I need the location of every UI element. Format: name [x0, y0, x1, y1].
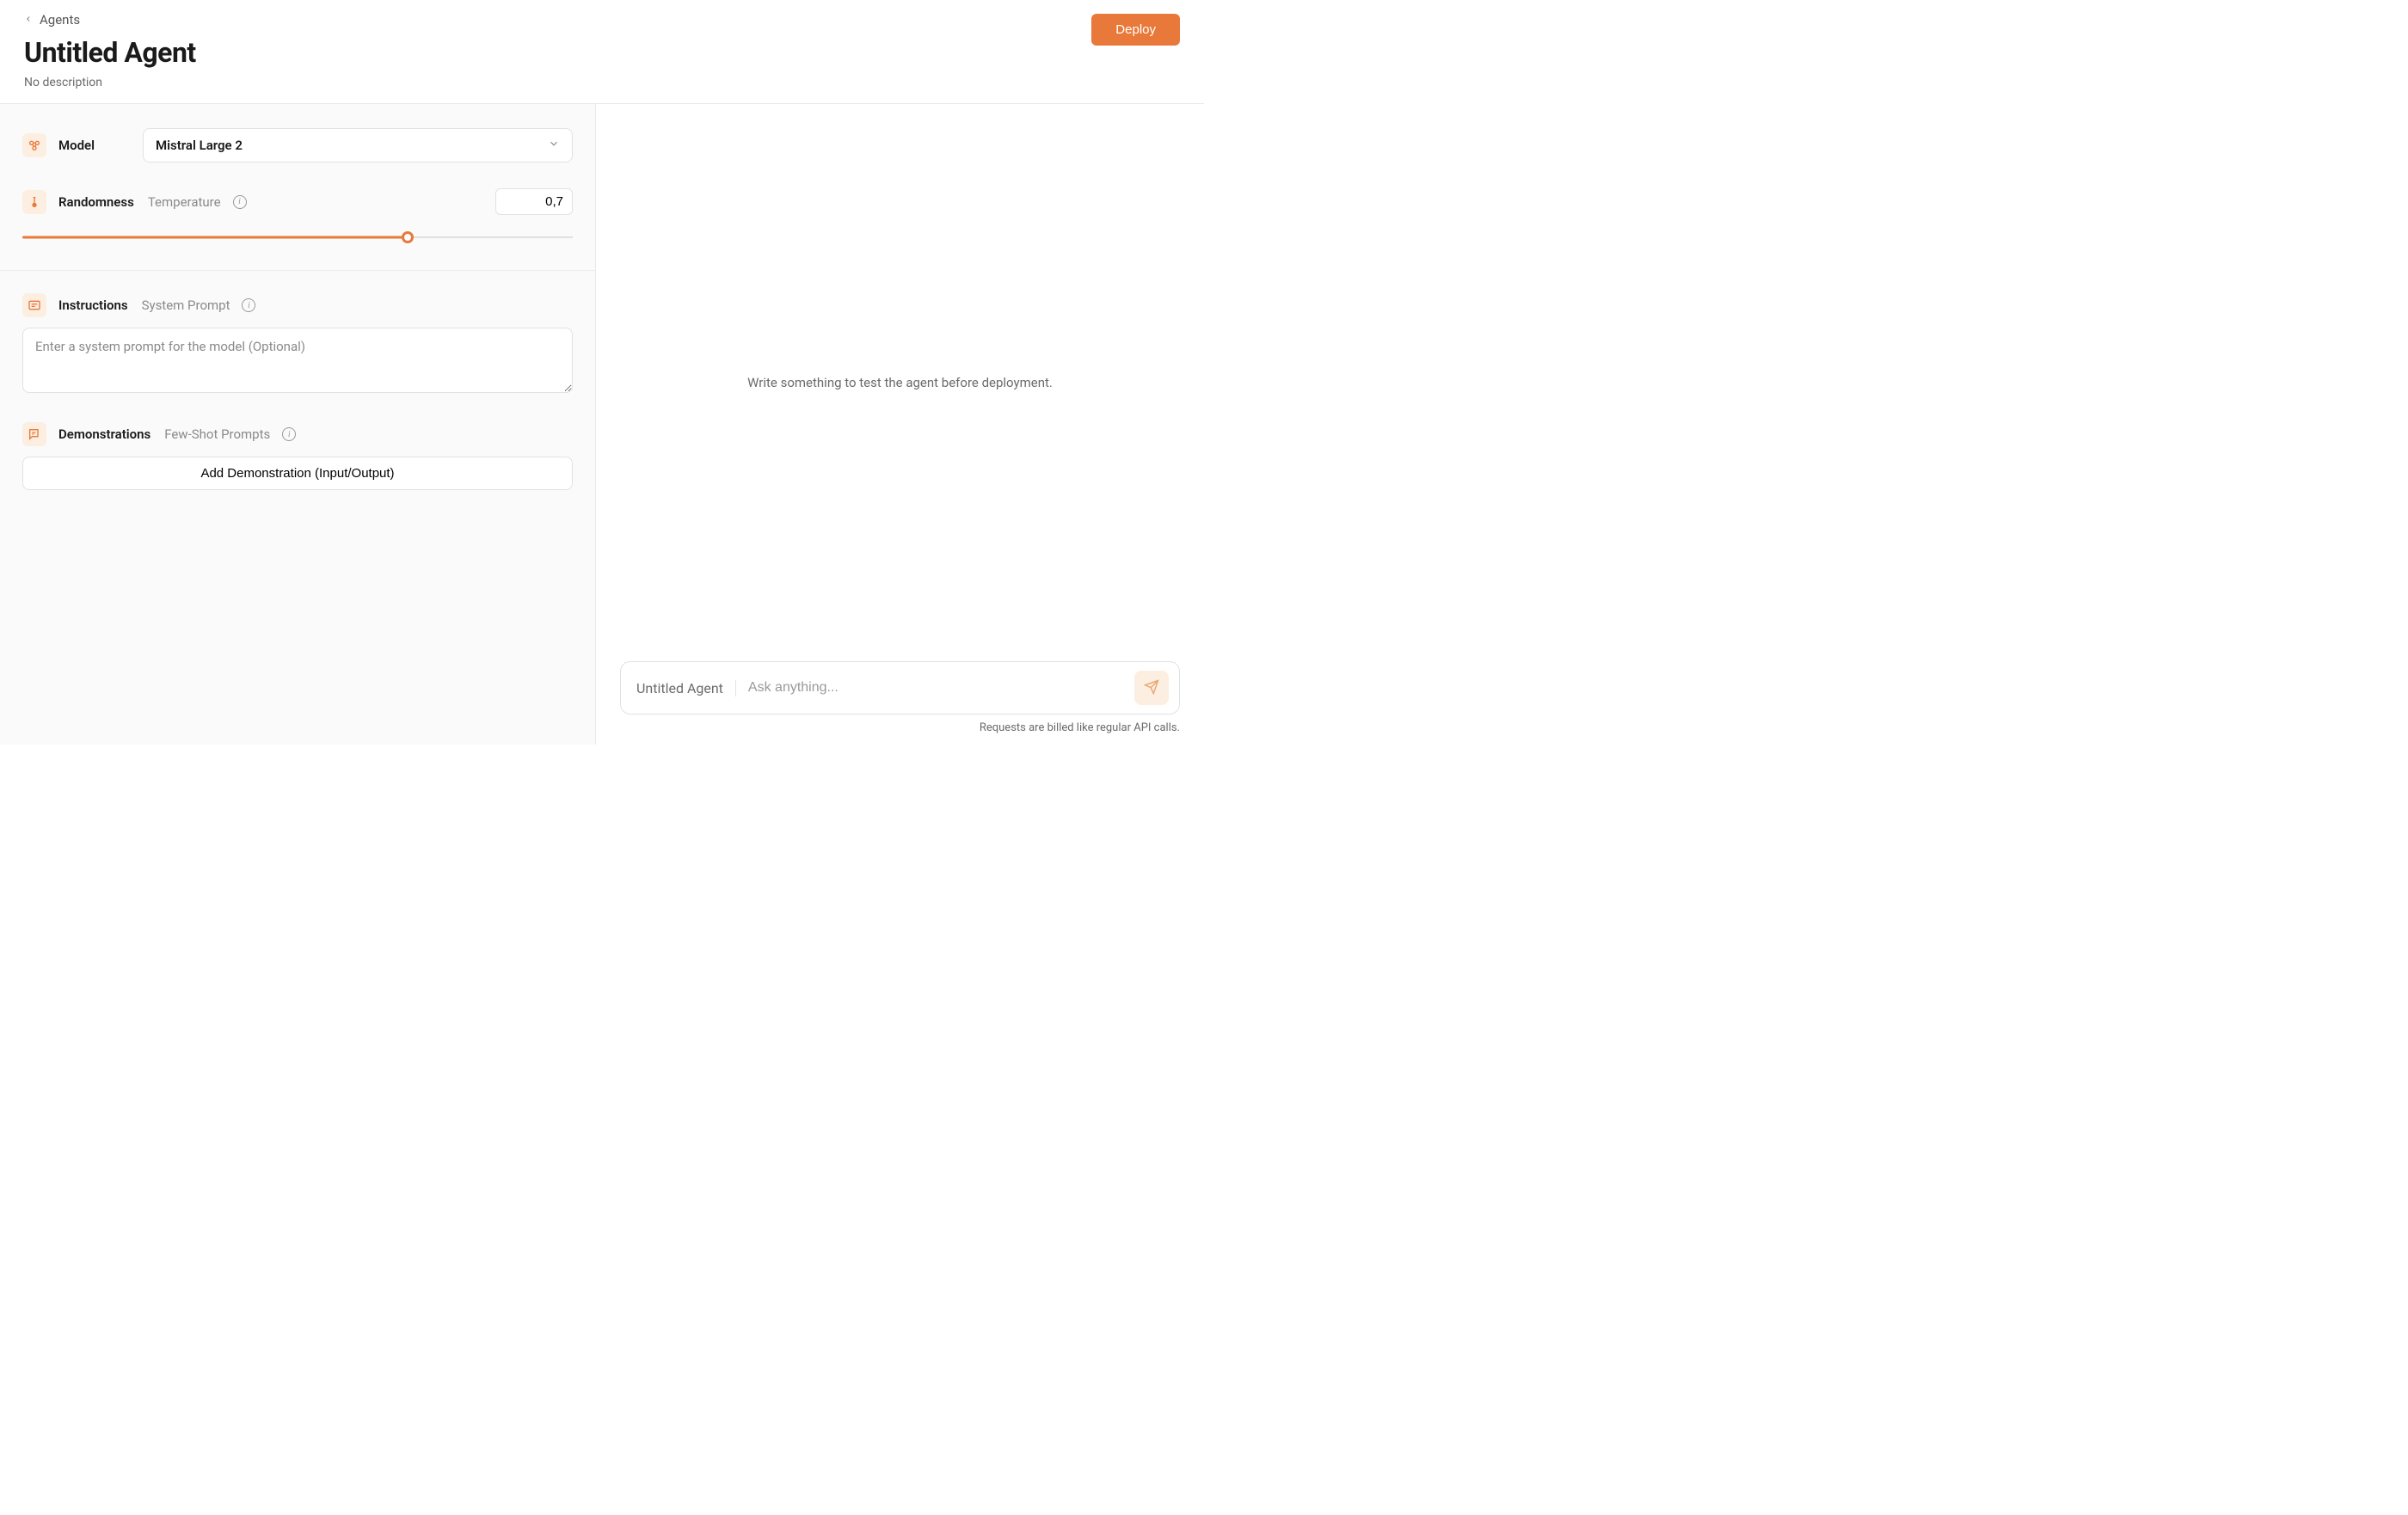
model-select[interactable]: Mistral Large 2	[143, 128, 573, 163]
chevron-left-icon	[24, 14, 33, 26]
section-divider	[0, 270, 595, 271]
instructions-sublabel: System Prompt	[142, 297, 230, 313]
demonstrations-label: Demonstrations	[58, 426, 150, 442]
temperature-slider[interactable]	[22, 230, 573, 244]
demonstrations-icon	[22, 422, 46, 446]
chat-input-box: Untitled Agent	[620, 661, 1180, 715]
temperature-input[interactable]	[495, 188, 573, 215]
instructions-icon	[22, 293, 46, 317]
temperature-icon	[22, 190, 46, 214]
send-button[interactable]	[1134, 671, 1169, 705]
playground-panel: Write something to test the agent before…	[596, 104, 1204, 745]
model-icon	[22, 133, 46, 157]
system-prompt-input[interactable]	[22, 328, 573, 393]
randomness-sublabel: Temperature	[148, 194, 221, 210]
breadcrumb[interactable]: Agents	[24, 12, 1180, 28]
billing-note: Requests are billed like regular API cal…	[620, 721, 1180, 734]
breadcrumb-label: Agents	[40, 12, 80, 28]
chevron-down-icon	[548, 138, 560, 153]
model-selected-value: Mistral Large 2	[156, 138, 243, 153]
add-demonstration-button[interactable]: Add Demonstration (Input/Output)	[22, 457, 573, 490]
chat-agent-name: Untitled Agent	[636, 680, 736, 696]
config-panel: Model Mistral Large 2 Randomness Tempera…	[0, 104, 596, 745]
send-icon	[1144, 679, 1159, 697]
chat-input[interactable]	[748, 680, 1122, 696]
info-icon[interactable]: i	[282, 427, 296, 441]
demonstrations-sublabel: Few-Shot Prompts	[164, 426, 270, 442]
randomness-label: Randomness	[58, 194, 134, 210]
page-title: Untitled Agent	[24, 36, 1180, 69]
instructions-label: Instructions	[58, 297, 128, 313]
playground-placeholder: Write something to test the agent before…	[747, 375, 1053, 390]
deploy-button[interactable]: Deploy	[1091, 14, 1180, 46]
page-subtitle: No description	[24, 76, 1180, 89]
info-icon[interactable]: i	[233, 195, 247, 209]
info-icon[interactable]: i	[242, 298, 255, 312]
model-label: Model	[58, 138, 95, 153]
